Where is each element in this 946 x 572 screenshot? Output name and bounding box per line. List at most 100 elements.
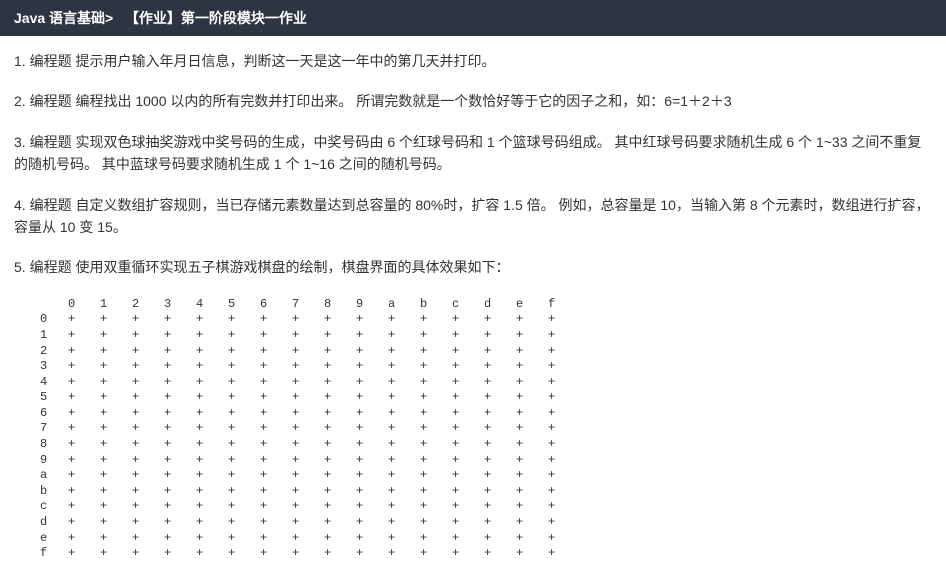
problem-text: 使用双重循环实现五子棋游戏棋盘的绘制，棋盘界面的具体效果如下： (75, 259, 509, 275)
board-cell: + (516, 484, 548, 500)
board-cell: + (132, 406, 164, 422)
problem-item: 1. 编程题 提示用户输入年月日信息，判断这一天是这一年中的第几天并打印。 (14, 50, 932, 72)
board-cell: + (100, 344, 132, 360)
board-cell: + (164, 375, 196, 391)
board-cell: + (548, 406, 580, 422)
board-cell: + (196, 375, 228, 391)
problem-item: 5. 编程题 使用双重循环实现五子棋游戏棋盘的绘制，棋盘界面的具体效果如下： (14, 256, 932, 278)
board-cell: + (292, 406, 324, 422)
board-cell: + (228, 375, 260, 391)
board-header-cell: 9 (356, 297, 388, 313)
board-cell: + (484, 328, 516, 344)
board-cell: + (548, 421, 580, 437)
board-cell: + (164, 515, 196, 531)
content-area: 1. 编程题 提示用户输入年月日信息，判断这一天是这一年中的第几天并打印。 2.… (0, 36, 946, 572)
board-cell: + (228, 468, 260, 484)
board-cell: + (100, 468, 132, 484)
board-row: 8++++++++++++++++ (40, 437, 932, 453)
board-cell: + (68, 344, 100, 360)
board-cell: + (356, 406, 388, 422)
board-cell: + (292, 453, 324, 469)
gomoku-board: 0123456789abcdef0++++++++++++++++1++++++… (40, 297, 932, 562)
board-cell: + (452, 515, 484, 531)
board-cell: + (196, 546, 228, 562)
board-cell: + (484, 499, 516, 515)
board-row: 7++++++++++++++++ (40, 421, 932, 437)
board-cell: + (516, 359, 548, 375)
board-cell: + (356, 375, 388, 391)
board-cell: + (452, 312, 484, 328)
board-row: e++++++++++++++++ (40, 531, 932, 547)
board-cell: + (356, 484, 388, 500)
board-cell: + (260, 546, 292, 562)
board-cell: + (356, 328, 388, 344)
board-cell: + (132, 390, 164, 406)
board-cell: + (164, 359, 196, 375)
board-cell: + (196, 344, 228, 360)
board-cell: + (292, 531, 324, 547)
board-cell: + (388, 344, 420, 360)
board-header-cell: c (452, 297, 484, 313)
board-cell: + (324, 437, 356, 453)
board-cell: + (260, 453, 292, 469)
board-header-row: 0123456789abcdef (40, 297, 932, 313)
breadcrumb-header: Java 语言基础> 【作业】第一阶段模块一作业 (0, 0, 946, 36)
board-cell: + (420, 312, 452, 328)
board-row: 4++++++++++++++++ (40, 375, 932, 391)
board-cell: + (100, 390, 132, 406)
board-cell: + (356, 468, 388, 484)
board-cell: + (324, 515, 356, 531)
board-header-cell: b (420, 297, 452, 313)
board-cell: + (132, 375, 164, 391)
board-cell: + (260, 468, 292, 484)
board-cell: + (68, 390, 100, 406)
board-header-cell: 5 (228, 297, 260, 313)
board-row-label: c (40, 499, 68, 515)
board-cell: + (356, 390, 388, 406)
board-cell: + (420, 531, 452, 547)
board-cell: + (292, 328, 324, 344)
board-row: c++++++++++++++++ (40, 499, 932, 515)
board-cell: + (516, 515, 548, 531)
board-cell: + (132, 499, 164, 515)
board-cell: + (388, 437, 420, 453)
board-cell: + (228, 344, 260, 360)
board-cell: + (484, 468, 516, 484)
board-cell: + (388, 390, 420, 406)
problem-label: 5. 编程题 (14, 259, 72, 275)
board-cell: + (356, 437, 388, 453)
board-cell: + (484, 453, 516, 469)
board-cell: + (164, 453, 196, 469)
board-row: f++++++++++++++++ (40, 546, 932, 562)
board-cell: + (164, 406, 196, 422)
board-cell: + (548, 484, 580, 500)
board-cell: + (132, 484, 164, 500)
board-cell: + (484, 406, 516, 422)
board-cell: + (548, 546, 580, 562)
board-row: 2++++++++++++++++ (40, 344, 932, 360)
board-cell: + (196, 359, 228, 375)
board-cell: + (516, 437, 548, 453)
board-cell: + (516, 499, 548, 515)
board-cell: + (324, 390, 356, 406)
board-cell: + (228, 312, 260, 328)
board-cell: + (452, 421, 484, 437)
board-header-cell: f (548, 297, 580, 313)
board-cell: + (196, 437, 228, 453)
board-cell: + (452, 468, 484, 484)
board-cell: + (260, 499, 292, 515)
board-cell: + (548, 499, 580, 515)
board-cell: + (516, 328, 548, 344)
board-cell: + (324, 328, 356, 344)
board-cell: + (68, 499, 100, 515)
board-row: 5++++++++++++++++ (40, 390, 932, 406)
board-cell: + (100, 375, 132, 391)
board-cell: + (548, 515, 580, 531)
board-cell: + (388, 468, 420, 484)
board-cell: + (452, 531, 484, 547)
board-cell: + (548, 375, 580, 391)
board-cell: + (420, 328, 452, 344)
board-cell: + (260, 531, 292, 547)
board-cell: + (132, 328, 164, 344)
board-row-label: e (40, 531, 68, 547)
